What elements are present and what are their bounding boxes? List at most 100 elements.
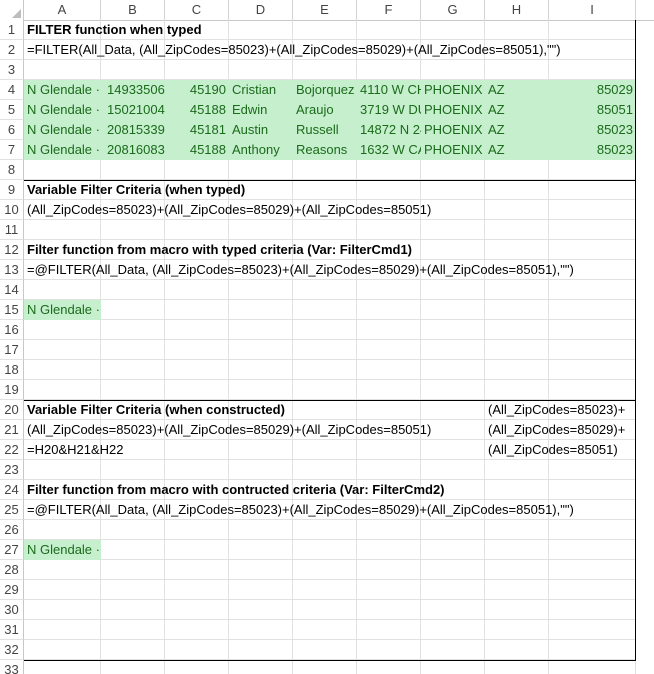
cell-c17[interactable] [165, 340, 229, 360]
cell-h19[interactable] [485, 380, 549, 400]
cell-c16[interactable] [165, 320, 229, 340]
cell-d32[interactable] [229, 640, 293, 660]
cell-i17[interactable] [549, 340, 636, 360]
cell-e31[interactable] [293, 620, 357, 640]
cell-g18[interactable] [421, 360, 485, 380]
cell-b15[interactable] [101, 300, 165, 320]
cell-b27[interactable] [101, 540, 165, 560]
cell-i14[interactable] [549, 280, 636, 300]
cell-f17[interactable] [357, 340, 421, 360]
cell-e3[interactable] [293, 60, 357, 80]
cell-c3[interactable] [165, 60, 229, 80]
row-header-1[interactable]: 1 [0, 20, 24, 40]
cell-a14[interactable] [24, 280, 101, 300]
row-header-8[interactable]: 8 [0, 160, 24, 180]
cell-a29[interactable] [24, 580, 101, 600]
cell-i28[interactable] [549, 560, 636, 580]
row-header-30[interactable]: 30 [0, 600, 24, 620]
row-header-26[interactable]: 26 [0, 520, 24, 540]
cell-i19[interactable] [549, 380, 636, 400]
cell-d19[interactable] [229, 380, 293, 400]
cell-h18[interactable] [485, 360, 549, 380]
cell-g23[interactable] [421, 460, 485, 480]
cell-f31[interactable] [357, 620, 421, 640]
cell-e30[interactable] [293, 600, 357, 620]
cell-f15[interactable] [357, 300, 421, 320]
cell-e8[interactable] [293, 160, 357, 180]
cell-i27[interactable] [549, 540, 636, 560]
cell-f29[interactable] [357, 580, 421, 600]
cell-h23[interactable] [485, 460, 549, 480]
cell-b17[interactable] [101, 340, 165, 360]
cell-h31[interactable] [485, 620, 549, 640]
cell-e23[interactable] [293, 460, 357, 480]
cell-b23[interactable] [101, 460, 165, 480]
cell-b3[interactable] [101, 60, 165, 80]
row-header-15[interactable]: 15 [0, 300, 24, 320]
cell-h3[interactable] [485, 60, 549, 80]
cell-g32[interactable] [421, 640, 485, 660]
cell-d14[interactable] [229, 280, 293, 300]
column-header-d[interactable]: D [229, 0, 293, 20]
cell-a11[interactable] [24, 220, 101, 240]
row-header-33[interactable]: 33 [0, 660, 24, 674]
row-header-5[interactable]: 5 [0, 100, 24, 120]
cell-f16[interactable] [357, 320, 421, 340]
cell-c32[interactable] [165, 640, 229, 660]
cell-a32[interactable] [24, 640, 101, 660]
row-header-16[interactable]: 16 [0, 320, 24, 340]
cell-g28[interactable] [421, 560, 485, 580]
cell-i8[interactable] [549, 160, 636, 180]
cell-a23[interactable] [24, 460, 101, 480]
cell-g26[interactable] [421, 520, 485, 540]
column-header-e[interactable]: E [293, 0, 357, 20]
cell-f3[interactable] [357, 60, 421, 80]
row-header-22[interactable]: 22 [0, 440, 24, 460]
row-header-21[interactable]: 21 [0, 420, 24, 440]
row-header-9[interactable]: 9 [0, 180, 24, 200]
cell-h26[interactable] [485, 520, 549, 540]
spreadsheet-grid[interactable]: A B C D E F G H I 1 FILTER function when … [0, 0, 654, 674]
row-header-2[interactable]: 2 [0, 40, 24, 60]
column-header-f[interactable]: F [357, 0, 421, 20]
row-header-31[interactable]: 31 [0, 620, 24, 640]
cell-i30[interactable] [549, 600, 636, 620]
row-header-20[interactable]: 20 [0, 400, 24, 420]
cell-b33[interactable] [101, 660, 165, 674]
cell-f33[interactable] [357, 660, 421, 674]
cell-h8[interactable] [485, 160, 549, 180]
cell-e29[interactable] [293, 580, 357, 600]
cell-d11[interactable] [229, 220, 293, 240]
row-header-10[interactable]: 10 [0, 200, 24, 220]
cell-g8[interactable] [421, 160, 485, 180]
cell-e18[interactable] [293, 360, 357, 380]
cell-e28[interactable] [293, 560, 357, 580]
cell-c23[interactable] [165, 460, 229, 480]
cell-f30[interactable] [357, 600, 421, 620]
cell-e33[interactable] [293, 660, 357, 674]
cell-g33[interactable] [421, 660, 485, 674]
cell-i15[interactable] [549, 300, 636, 320]
cell-e17[interactable] [293, 340, 357, 360]
cell-c30[interactable] [165, 600, 229, 620]
cell-d28[interactable] [229, 560, 293, 580]
cell-i29[interactable] [549, 580, 636, 600]
cell-d18[interactable] [229, 360, 293, 380]
cell-a30[interactable] [24, 600, 101, 620]
row-header-4[interactable]: 4 [0, 80, 24, 100]
cell-h32[interactable] [485, 640, 549, 660]
cell-h11[interactable] [485, 220, 549, 240]
cell-f14[interactable] [357, 280, 421, 300]
cell-a16[interactable] [24, 320, 101, 340]
row-header-17[interactable]: 17 [0, 340, 24, 360]
cell-d30[interactable] [229, 600, 293, 620]
cell-a8[interactable] [24, 160, 101, 180]
row-header-19[interactable]: 19 [0, 380, 24, 400]
cell-a17[interactable] [24, 340, 101, 360]
cell-i32[interactable] [549, 640, 636, 660]
cell-b29[interactable] [101, 580, 165, 600]
cell-i31[interactable] [549, 620, 636, 640]
cell-g11[interactable] [421, 220, 485, 240]
cell-i11[interactable] [549, 220, 636, 240]
cell-f19[interactable] [357, 380, 421, 400]
